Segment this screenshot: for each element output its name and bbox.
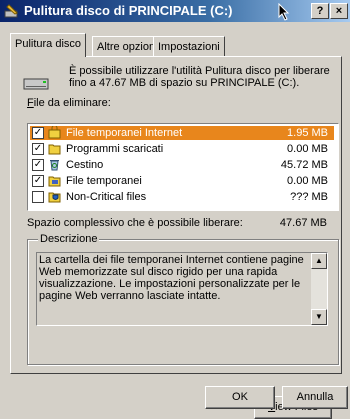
title-bar[interactable]: Pulitura disco di PRINCIPALE (C:) ? × <box>0 0 350 22</box>
checkbox[interactable]: ✓ <box>32 175 44 187</box>
checkbox[interactable] <box>32 191 44 203</box>
recycle-bin-icon <box>50 160 59 171</box>
file-size: 0.00 MB <box>287 175 328 187</box>
file-size: 0.00 MB <box>287 143 328 155</box>
intro-text: È possibile utilizzare l'utilità Pulitur… <box>69 65 330 89</box>
description-text: La cartella dei file temporanei Internet… <box>39 254 304 302</box>
shield-files-icon <box>48 192 61 203</box>
list-item[interactable]: Non-Critical files ??? MB <box>30 190 334 204</box>
mouse-cursor-icon <box>278 3 290 21</box>
description-title: Descrizione <box>38 233 100 245</box>
window-title: Pulitura disco di PRINCIPALE (C:) <box>24 3 233 18</box>
hard-drive-icon <box>23 78 49 90</box>
ok-button[interactable]: OK <box>205 386 275 409</box>
list-item[interactable]: ✓ File temporanei 0.00 MB <box>30 174 334 188</box>
file-name: Non-Critical files <box>66 191 147 203</box>
file-size: 1.95 MB <box>287 127 328 139</box>
file-size: ??? MB <box>290 191 328 203</box>
list-item[interactable]: ✓ File temporanei Internet 1.95 MB <box>30 126 334 140</box>
file-size: 45.72 MB <box>280 159 328 171</box>
list-item[interactable]: ✓ Programmi scaricati 0.00 MB <box>30 142 334 156</box>
scroll-up-arrow-icon[interactable]: ▲ <box>311 253 327 269</box>
files-listbox[interactable]: ✓ File temporanei Internet 1.95 MB ✓ Pro… <box>27 123 339 211</box>
description-scrollbar[interactable]: ▲ ▼ <box>311 253 327 325</box>
folder-icon <box>48 144 61 155</box>
total-space-value: 47.67 MB <box>279 217 327 229</box>
description-box: La cartella dei file temporanei Internet… <box>36 252 328 326</box>
file-name: File temporanei Internet <box>66 127 183 139</box>
tab-settings[interactable]: Impostazioni <box>153 36 225 57</box>
temp-files-icon <box>48 176 61 187</box>
checkbox[interactable]: ✓ <box>32 143 44 155</box>
checkbox[interactable]: ✓ <box>32 127 44 139</box>
close-button[interactable]: × <box>330 3 348 19</box>
file-name: Programmi scaricati <box>66 143 164 155</box>
tab-panel: È possibile utilizzare l'utilità Pulitur… <box>10 56 342 419</box>
tab-disk-cleanup[interactable]: Pulitura disco <box>10 33 87 57</box>
files-to-delete-label: File da eliminare: <box>27 97 111 109</box>
help-button[interactable]: ? <box>311 3 329 19</box>
total-space-label: Spazio complessivo che è possibile liber… <box>27 217 243 229</box>
file-name: Cestino <box>66 159 104 171</box>
scroll-down-arrow-icon[interactable]: ▼ <box>311 309 327 325</box>
disk-cleanup-icon <box>4 4 18 18</box>
lock-folder-icon <box>48 126 61 139</box>
description-group: Descrizione La cartella dei file tempora… <box>27 233 339 419</box>
file-name: File temporanei <box>66 175 142 187</box>
cancel-button[interactable]: Annulla <box>282 386 348 409</box>
list-item[interactable]: ✓ Cestino 45.72 MB <box>30 158 334 172</box>
checkbox[interactable]: ✓ <box>32 159 44 171</box>
tab-more-options[interactable]: Altre opzioni <box>92 36 163 57</box>
disk-cleanup-window: Pulitura disco di PRINCIPALE (C:) ? × Pu… <box>0 0 350 419</box>
